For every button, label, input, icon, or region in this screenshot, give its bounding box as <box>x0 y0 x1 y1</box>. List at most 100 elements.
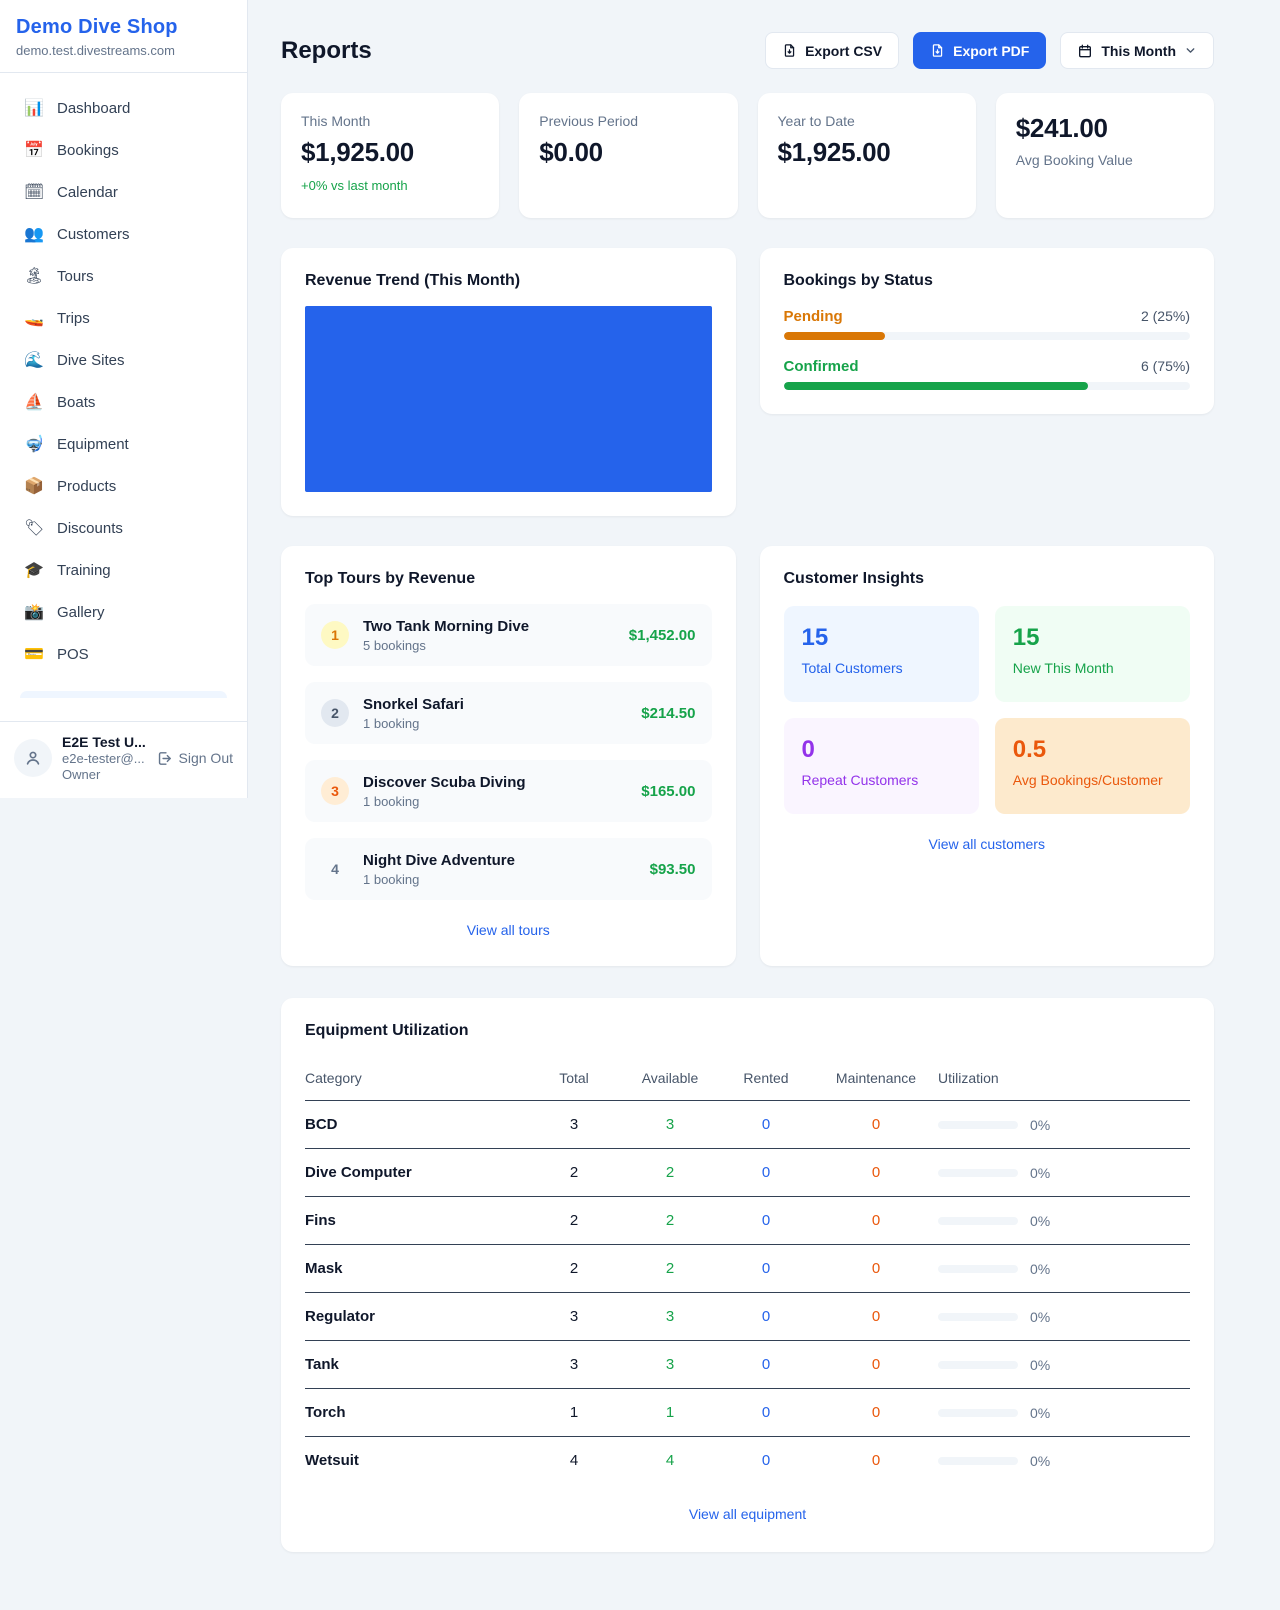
sidebar-item-dive-sites[interactable]: 🌊 Dive Sites <box>12 339 235 381</box>
tour-row[interactable]: 3 Discover Scuba Diving 1 booking $165.0… <box>305 760 712 822</box>
sidebar-item-discounts[interactable]: 🏷 Discounts <box>12 507 235 549</box>
sidebar-item-tours[interactable]: 🏝 Tours <box>12 255 235 297</box>
calendar-icon: 🗓 <box>24 182 44 202</box>
user-icon <box>23 748 43 768</box>
utilization-bar <box>938 1265 1018 1273</box>
sidebar-item-pos[interactable]: 💳 POS <box>12 633 235 675</box>
page-header: Reports Export CSV Export PDF This Month <box>281 32 1214 69</box>
sidebar-item-label: Equipment <box>57 436 129 453</box>
file-download-icon <box>782 43 797 58</box>
sidebar-item-gallery[interactable]: 📸 Gallery <box>12 591 235 633</box>
view-all-customers-link[interactable]: View all customers <box>784 836 1191 852</box>
rank-badge: 4 <box>321 855 349 883</box>
trips-icon: 🚤 <box>24 308 44 328</box>
sidebar-item-equipment[interactable]: 🤿 Equipment <box>12 423 235 465</box>
sidebar-item-label: Calendar <box>57 184 118 201</box>
sidebar-item-label: Trips <box>57 310 90 327</box>
tour-amount: $165.00 <box>641 783 695 800</box>
view-all-equipment-link[interactable]: View all equipment <box>305 1506 1190 1522</box>
sidebar-item-training[interactable]: 🎓 Training <box>12 549 235 591</box>
table-header-row: Category Total Available Rented Maintena… <box>305 1060 1190 1101</box>
sign-out-icon <box>156 750 173 767</box>
period-dropdown[interactable]: This Month <box>1060 32 1214 69</box>
sidebar-user: E2E Test U... e2e-tester@... Owner Sign … <box>0 721 247 798</box>
tour-bookings: 1 booking <box>363 716 627 731</box>
tour-row[interactable]: 1 Two Tank Morning Dive 5 bookings $1,45… <box>305 604 712 666</box>
sidebar-item-bookings[interactable]: 📅 Bookings <box>12 129 235 171</box>
col-available: Available <box>622 1060 718 1101</box>
status-progress-fill <box>784 382 1089 390</box>
tour-row[interactable]: 4 Night Dive Adventure 1 booking $93.50 <box>305 838 712 900</box>
tour-bookings: 5 bookings <box>363 638 615 653</box>
stat-label: Year to Date <box>778 113 956 129</box>
tour-row[interactable]: 2 Snorkel Safari 1 booking $214.50 <box>305 682 712 744</box>
table-row: Regulator 3 3 0 0 0% <box>305 1293 1190 1341</box>
col-rented: Rented <box>718 1060 814 1101</box>
sign-out-button[interactable]: Sign Out <box>156 750 233 767</box>
sidebar-item-calendar[interactable]: 🗓 Calendar <box>12 171 235 213</box>
rank-badge: 1 <box>321 621 349 649</box>
bookings-by-status-card: Bookings by Status Pending 2 (25%) Confi… <box>760 248 1215 414</box>
tour-name: Snorkel Safari <box>363 696 627 713</box>
export-csv-button[interactable]: Export CSV <box>765 32 899 69</box>
status-row-pending: Pending 2 (25%) <box>784 308 1191 340</box>
user-email: e2e-tester@... <box>62 751 146 766</box>
stat-value: $0.00 <box>539 137 717 168</box>
sidebar-item-label: POS <box>57 646 89 663</box>
sidebar-item-label: Tours <box>57 268 94 285</box>
tile-total-customers: 15 Total Customers <box>784 606 979 702</box>
user-role: Owner <box>62 767 146 782</box>
bookings-icon: 📅 <box>24 140 44 160</box>
tile-value: 15 <box>1013 624 1172 652</box>
tour-bookings: 1 booking <box>363 872 636 887</box>
dive-sites-icon: 🌊 <box>24 350 44 370</box>
sidebar-item-label: Dashboard <box>57 100 130 117</box>
sidebar-item-products[interactable]: 📦 Products <box>12 465 235 507</box>
shop-domain: demo.test.divestreams.com <box>16 43 231 58</box>
tile-label: Repeat Customers <box>802 772 961 788</box>
tour-bookings: 1 booking <box>363 794 627 809</box>
sidebar-item-dashboard[interactable]: 📊 Dashboard <box>12 87 235 129</box>
stats-row: This Month $1,925.00 +0% vs last month P… <box>281 93 1214 218</box>
top-tours-card: Top Tours by Revenue 1 Two Tank Morning … <box>281 546 736 966</box>
equipment-utilization-title: Equipment Utilization <box>305 1022 1190 1040</box>
utilization-bar <box>938 1361 1018 1369</box>
file-download-icon <box>930 43 945 58</box>
table-row: Dive Computer 2 2 0 0 0% <box>305 1149 1190 1197</box>
sidebar-item-customers[interactable]: 👥 Customers <box>12 213 235 255</box>
view-all-tours-link[interactable]: View all tours <box>305 922 712 938</box>
equipment-utilization-card: Equipment Utilization Category Total Ava… <box>281 998 1214 1552</box>
tour-name: Discover Scuba Diving <box>363 774 627 791</box>
bookings-by-status-title: Bookings by Status <box>784 272 1191 290</box>
sidebar-item-boats[interactable]: ⛵ Boats <box>12 381 235 423</box>
sidebar-item-reports-active[interactable] <box>20 691 227 698</box>
charts-row: Revenue Trend (This Month) Bookings by S… <box>281 248 1214 516</box>
stat-delta: +0% vs last month <box>301 178 479 193</box>
stat-value: $1,925.00 <box>778 137 956 168</box>
user-meta: E2E Test U... e2e-tester@... Owner <box>62 734 146 782</box>
sidebar-item-trips[interactable]: 🚤 Trips <box>12 297 235 339</box>
stat-card-this-month: This Month $1,925.00 +0% vs last month <box>281 93 499 218</box>
shop-name: Demo Dive Shop <box>16 16 231 39</box>
gallery-icon: 📸 <box>24 602 44 622</box>
avatar <box>14 739 52 777</box>
stat-value: $241.00 <box>1016 113 1194 144</box>
rank-badge: 3 <box>321 777 349 805</box>
discounts-icon: 🏷 <box>24 518 44 538</box>
rank-badge: 2 <box>321 699 349 727</box>
status-label: Confirmed <box>784 358 859 375</box>
stat-label: Avg Booking Value <box>1016 152 1194 168</box>
sidebar-item-label: Boats <box>57 394 95 411</box>
chevron-down-icon <box>1184 44 1197 57</box>
status-count: 2 (25%) <box>1141 308 1190 324</box>
export-pdf-button[interactable]: Export PDF <box>913 32 1046 69</box>
tour-amount: $214.50 <box>641 705 695 722</box>
tour-name: Night Dive Adventure <box>363 852 636 869</box>
sidebar-item-label: Gallery <box>57 604 105 621</box>
col-utilization: Utilization <box>938 1060 1190 1101</box>
sidebar-item-label: Discounts <box>57 520 123 537</box>
status-row-confirmed: Confirmed 6 (75%) <box>784 358 1191 390</box>
sidebar-item-label: Training <box>57 562 111 579</box>
utilization-bar <box>938 1121 1018 1129</box>
stat-card-previous-period: Previous Period $0.00 <box>519 93 737 218</box>
